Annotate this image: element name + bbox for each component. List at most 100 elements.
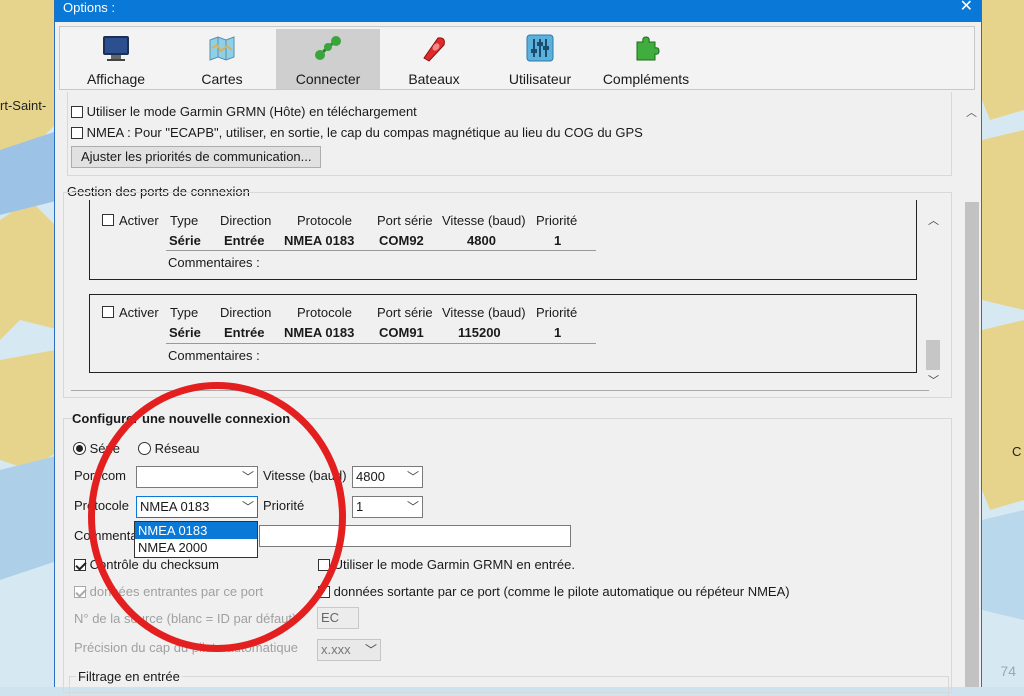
header-protocol: Protocole: [297, 213, 352, 228]
port-priority: 1: [554, 325, 562, 340]
header-speed: Vitesse (baud): [442, 213, 526, 228]
protocol-label: Protocole: [74, 498, 129, 513]
header-protocol: Protocole: [297, 305, 352, 320]
autopilot-precision-select: x.xxx ﹀: [317, 639, 381, 661]
outgoing-checkbox[interactable]: [318, 586, 330, 598]
outgoing-label: données sortante par ce port (comme le p…: [333, 584, 790, 599]
input-filter-label: Filtrage en entrée: [76, 669, 182, 684]
dialog-title: Options :: [63, 0, 116, 15]
close-icon[interactable]: ✕: [960, 0, 973, 15]
options-content: Utiliser le mode Garmin GRMN (Hôte) en t…: [59, 92, 963, 696]
comment-input[interactable]: [259, 525, 571, 547]
nmea-ecapb-option[interactable]: NMEA : Pour "ECAPB", utiliser, en sortie…: [71, 125, 643, 140]
nmea-ecapb-label: NMEA : Pour "ECAPB", utiliser, en sortie…: [86, 125, 643, 140]
new-connection-heading: Configurer une nouvelle connexion: [72, 411, 293, 426]
nmea-ecapb-checkbox[interactable]: [71, 127, 83, 139]
map-place-label-right: C: [1012, 444, 1022, 459]
header-speed: Vitesse (baud): [442, 305, 526, 320]
input-filter-group: [69, 676, 949, 696]
sliders-icon: [526, 34, 554, 62]
ports-list-scrollbar[interactable]: ︿ ﹀: [925, 210, 941, 390]
map-icon: [209, 36, 235, 61]
tab-label: Affichage: [86, 71, 146, 87]
garmin-input-checkbox[interactable]: [318, 559, 330, 571]
protocol-select[interactable]: NMEA 0183 ﹀: [136, 496, 258, 518]
header-type: Type: [170, 213, 199, 228]
header-priority: Priorité: [536, 213, 578, 228]
header-activate: Activer: [119, 305, 159, 320]
incoming-option: données entrantes par ce port: [74, 584, 263, 599]
adjust-priorities-button[interactable]: Ajuster les priorités de communication..…: [71, 146, 322, 168]
source-id-input: EC: [317, 607, 359, 629]
dialog-scrollbar[interactable]: ︿: [963, 96, 981, 687]
garmin-host-option[interactable]: Utiliser le mode Garmin GRMN (Hôte) en t…: [71, 104, 417, 119]
port-type: Série: [169, 233, 201, 248]
dialog-scroll-thumb[interactable]: [965, 202, 979, 687]
network-radio-option[interactable]: Réseau: [138, 441, 199, 456]
tab-utilisateur[interactable]: Utilisateur: [488, 29, 592, 89]
port-direction: Entrée: [224, 233, 265, 248]
port-comments-label: Commentaires :: [168, 348, 260, 363]
tab-affichage[interactable]: Affichage: [64, 29, 168, 89]
chevron-down-icon: ﹀: [241, 470, 254, 484]
port-activate-checkbox[interactable]: [102, 306, 114, 318]
port-protocol: NMEA 0183: [284, 233, 355, 248]
options-toolbar: Affichage Cartes Connecter Bateaux Utili…: [59, 26, 975, 90]
ports-list-scroll-thumb[interactable]: [926, 340, 940, 370]
autopilot-precision-value: x.xxx: [321, 642, 351, 657]
row-divider: [166, 343, 596, 344]
speed-select[interactable]: 4800 ﹀: [352, 466, 423, 488]
tab-cartes[interactable]: Cartes: [170, 29, 274, 89]
port-name: COM91: [379, 325, 424, 340]
puzzle-icon: [636, 36, 660, 61]
port-speed: 4800: [467, 233, 496, 248]
port-type: Série: [169, 325, 201, 340]
serial-radio-option[interactable]: Série: [73, 441, 120, 456]
checksum-option[interactable]: Contrôle du checksum: [74, 557, 219, 572]
outgoing-option[interactable]: données sortante par ce port (comme le p…: [318, 584, 790, 599]
port-com-label: Port com: [74, 468, 127, 483]
garmin-host-checkbox[interactable]: [71, 106, 83, 118]
chevron-down-icon: ﹀: [406, 500, 419, 514]
protocol-option[interactable]: NMEA 2000: [135, 539, 257, 556]
port-direction: Entrée: [224, 325, 265, 340]
port-comments-label: Commentaires :: [168, 255, 260, 270]
header-port: Port série: [377, 305, 433, 320]
garmin-input-label: Utiliser le mode Garmin GRMN en entrée.: [333, 557, 575, 572]
serial-radio[interactable]: [73, 442, 86, 455]
priority-label: Priorité: [263, 498, 305, 513]
port-com-select[interactable]: ﹀: [136, 466, 258, 488]
port-priority: 1: [554, 233, 562, 248]
priority-select[interactable]: 1 ﹀: [352, 496, 423, 518]
protocol-value: NMEA 0183: [140, 499, 210, 514]
port-entry: Activer Type Direction Protocole Port sé…: [89, 294, 917, 373]
tab-connecter[interactable]: Connecter: [276, 29, 380, 89]
chevron-up-icon[interactable]: ︿: [928, 212, 939, 228]
header-priority: Priorité: [536, 305, 578, 320]
ports-list: Activer Type Direction Protocole Port sé…: [71, 200, 941, 391]
speed-value: 4800: [356, 469, 385, 484]
port-activate-checkbox[interactable]: [102, 214, 114, 226]
chevron-up-icon[interactable]: ︿: [966, 104, 977, 120]
incoming-label: données entrantes par ce port: [89, 584, 264, 599]
checksum-label: Contrôle du checksum: [89, 557, 219, 572]
checksum-checkbox[interactable]: [74, 559, 86, 571]
header-activate: Activer: [119, 213, 159, 228]
chevron-down-icon: ﹀: [406, 470, 419, 484]
port-speed: 115200: [458, 325, 501, 340]
protocol-option[interactable]: NMEA 0183: [135, 522, 257, 539]
tab-label: Utilisateur: [508, 71, 572, 87]
dialog-titlebar: Options : ✕: [55, 0, 981, 22]
monitor-icon: [103, 36, 129, 61]
garmin-host-label: Utiliser le mode Garmin GRMN (Hôte) en t…: [86, 104, 417, 119]
protocol-dropdown-list[interactable]: NMEA 0183 NMEA 2000: [134, 521, 258, 558]
tab-label: Connecter: [295, 71, 361, 87]
network-label: Réseau: [154, 441, 200, 456]
garmin-input-option[interactable]: Utiliser le mode Garmin GRMN en entrée.: [318, 557, 575, 572]
tab-complements[interactable]: Compléments: [594, 29, 698, 89]
header-direction: Direction: [220, 305, 272, 320]
tab-bateaux[interactable]: Bateaux: [382, 29, 486, 89]
chevron-down-icon[interactable]: ﹀: [928, 372, 939, 388]
network-radio[interactable]: [138, 442, 151, 455]
boat-icon: [423, 37, 445, 62]
